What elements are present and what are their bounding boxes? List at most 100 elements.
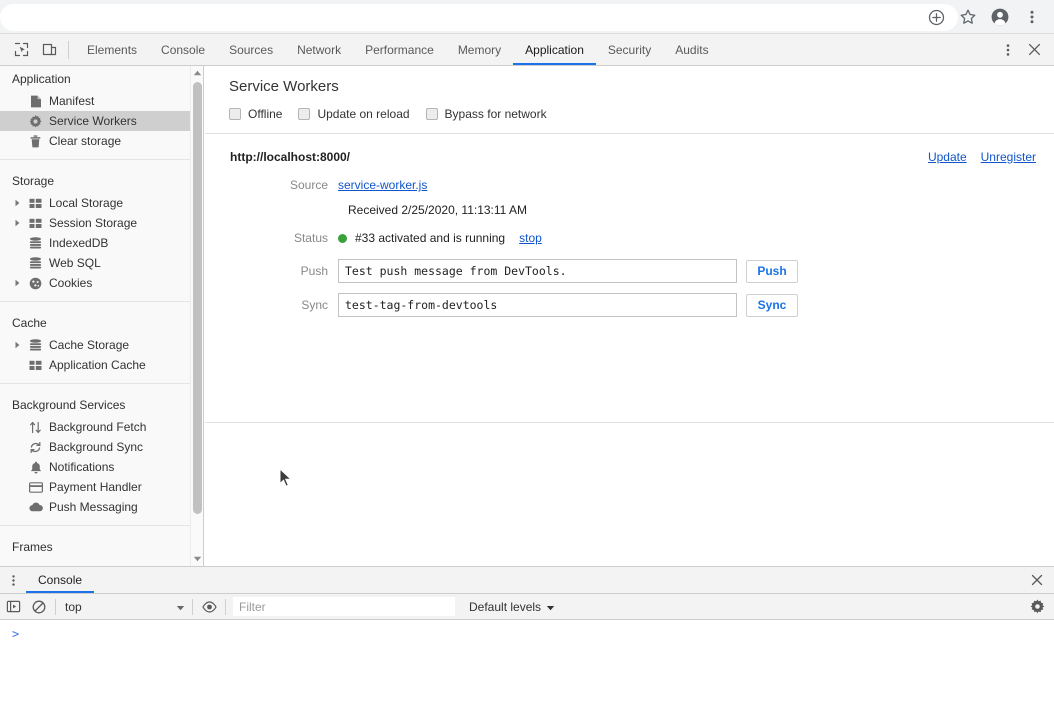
tab-security[interactable]: Security [596, 34, 663, 65]
sidebar-item-indexeddb[interactable]: IndexedDB [0, 233, 190, 253]
bypass-for-network-checkbox[interactable] [426, 108, 438, 120]
inspect-element-icon[interactable] [10, 39, 32, 61]
scrollbar-thumb[interactable] [193, 82, 202, 514]
devtools-tool-buttons [0, 34, 66, 65]
sidebar-item-label: Service Workers [49, 111, 137, 131]
devtools-menu-icon[interactable] [996, 38, 1020, 62]
filter-input[interactable]: Filter [233, 597, 455, 616]
cookie-icon [28, 276, 43, 291]
browser-omnibox[interactable] [0, 4, 958, 31]
sidebar-item-service-workers[interactable]: Service Workers [0, 111, 190, 131]
source-row: Source service-worker.js [205, 174, 1054, 196]
source-file-link[interactable]: service-worker.js [338, 178, 427, 192]
drawer-menu-icon[interactable] [0, 567, 26, 593]
devtools-close-icon[interactable] [1022, 38, 1046, 62]
sidebar-item-manifest[interactable]: Manifest [0, 91, 190, 111]
bookmark-star-icon[interactable] [954, 3, 982, 31]
browser-menu-icon[interactable] [1018, 3, 1046, 31]
service-workers-header: Service Workers Offline Update on reload… [205, 66, 1054, 133]
execute-context-icon[interactable] [0, 594, 26, 620]
update-on-reload-checkbox[interactable] [298, 108, 310, 120]
prompt-chevron-icon: > [12, 627, 19, 641]
sidebar-item-label: Cache Storage [49, 335, 129, 355]
tab-sources[interactable]: Sources [217, 34, 285, 65]
status-text: #33 activated and is running [355, 231, 505, 245]
sidebar-scrollbar[interactable] [190, 66, 203, 566]
sidebar-item-cookies[interactable]: Cookies [0, 273, 190, 293]
sidebar-item-label: Web SQL [49, 253, 101, 273]
toolbar-divider [192, 599, 193, 615]
tab-network[interactable]: Network [285, 34, 353, 65]
application-sidebar: Application Manifest Service Workers [0, 66, 204, 566]
tab-console-drawer[interactable]: Console [26, 567, 94, 593]
sidebar-item-label: IndexedDB [49, 233, 108, 253]
source-label: Source [205, 178, 338, 192]
tab-label: Application [525, 43, 584, 57]
stop-link[interactable]: stop [519, 231, 542, 245]
execution-context-selector[interactable]: top [59, 597, 189, 617]
sidebar-item-notifications[interactable]: Notifications [0, 457, 190, 477]
update-on-reload-checkbox-row[interactable]: Update on reload [298, 107, 409, 121]
sidebar-group-title: Frames [0, 534, 190, 559]
push-input[interactable]: Test push message from DevTools. [338, 259, 737, 283]
sidebar-item-background-fetch[interactable]: Background Fetch [0, 417, 190, 437]
trash-icon [28, 134, 43, 149]
chevron-right-icon[interactable] [12, 198, 22, 208]
log-levels-dropdown[interactable]: Default levels [469, 600, 555, 614]
chevron-right-icon[interactable] [12, 218, 22, 228]
bypass-for-network-checkbox-row[interactable]: Bypass for network [426, 107, 547, 121]
update-link[interactable]: Update [928, 150, 967, 164]
sidebar-group-storage: Storage Local Storage [0, 159, 190, 301]
tab-label: Network [297, 43, 341, 57]
sidebar-item-session-storage[interactable]: Session Storage [0, 213, 190, 233]
tab-console[interactable]: Console [149, 34, 217, 65]
sidebar-item-label: Clear storage [49, 131, 121, 151]
chevron-right-icon[interactable] [12, 340, 22, 350]
offline-checkbox[interactable] [229, 108, 241, 120]
tab-audits[interactable]: Audits [663, 34, 720, 65]
tab-label: Performance [365, 43, 434, 57]
scroll-up-arrow-icon[interactable] [191, 66, 204, 80]
sidebar-item-local-storage[interactable]: Local Storage [0, 193, 190, 213]
sidebar-item-clear-storage[interactable]: Clear storage [0, 131, 190, 151]
tab-memory[interactable]: Memory [446, 34, 513, 65]
sync-label: Sync [205, 298, 338, 312]
tab-label: Console [38, 573, 82, 587]
offline-label: Offline [248, 107, 282, 121]
live-expression-icon[interactable] [196, 594, 222, 620]
tab-application[interactable]: Application [513, 34, 596, 65]
sidebar-item-label: Session Storage [49, 213, 137, 233]
chevron-right-icon[interactable] [12, 278, 22, 288]
registration-actions: Update Unregister [928, 150, 1036, 164]
console-prompt[interactable]: > [0, 620, 1054, 708]
filter-placeholder: Filter [239, 600, 266, 614]
tab-performance[interactable]: Performance [353, 34, 446, 65]
sidebar-item-application-cache[interactable]: Application Cache [0, 355, 190, 375]
sidebar-item-label: Local Storage [49, 193, 123, 213]
sidebar-group-title: Application [0, 66, 190, 91]
sidebar-item-cache-storage[interactable]: Cache Storage [0, 335, 190, 355]
device-toolbar-icon[interactable] [38, 39, 60, 61]
tab-label: Elements [87, 43, 137, 57]
sync-row: Sync test-tag-from-devtools Sync [205, 293, 1054, 317]
scroll-down-arrow-icon[interactable] [191, 552, 204, 566]
clear-console-icon[interactable] [26, 594, 52, 620]
unregister-link[interactable]: Unregister [981, 150, 1036, 164]
sidebar-item-payment-handler[interactable]: Payment Handler [0, 477, 190, 497]
sidebar-item-web-sql[interactable]: Web SQL [0, 253, 190, 273]
status-row: Status #33 activated and is running stop [205, 227, 1054, 249]
sync-input[interactable]: test-tag-from-devtools [338, 293, 737, 317]
tab-elements[interactable]: Elements [75, 34, 149, 65]
sidebar-group-cache: Cache Cache Storage Application Cache [0, 301, 190, 383]
sidebar-item-push-messaging[interactable]: Push Messaging [0, 497, 190, 517]
push-button[interactable]: Push [746, 260, 798, 283]
offline-checkbox-row[interactable]: Offline [229, 107, 282, 121]
close-icon[interactable] [1020, 567, 1054, 593]
gear-icon[interactable] [1024, 594, 1050, 620]
sidebar-item-label: Background Fetch [49, 417, 146, 437]
execution-context-value: top [65, 600, 82, 614]
sync-button[interactable]: Sync [746, 294, 798, 317]
install-app-icon[interactable] [922, 3, 950, 31]
profile-avatar-icon[interactable] [986, 3, 1014, 31]
sidebar-item-background-sync[interactable]: Background Sync [0, 437, 190, 457]
